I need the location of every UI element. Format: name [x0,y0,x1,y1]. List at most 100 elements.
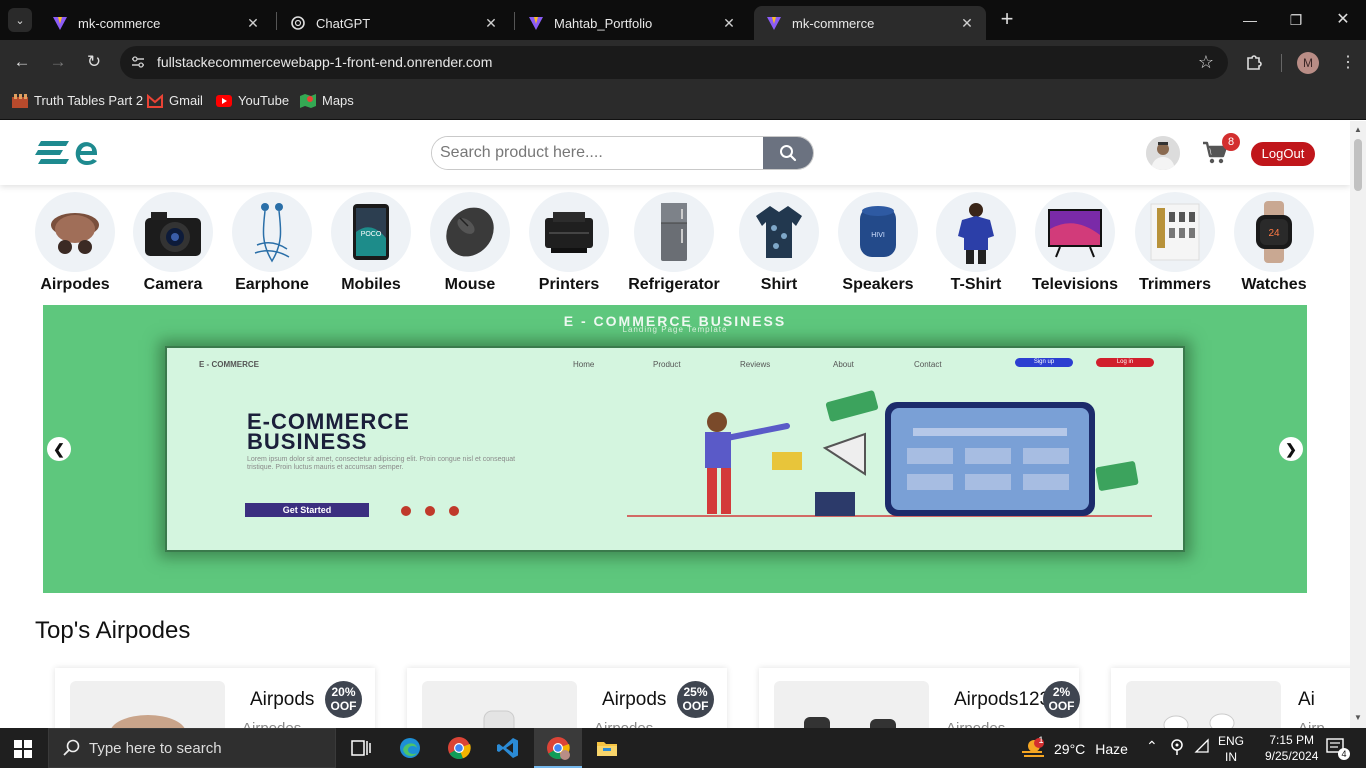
tab-close-icon[interactable]: ✕ [482,15,500,32]
category-label: Mobiles [341,276,401,293]
product-card[interactable]: Airpods123 Airpodes 2%OOF [759,668,1080,728]
user-avatar[interactable] [1146,136,1180,170]
shirt-icon [739,192,819,272]
webcam-icon[interactable] [1170,738,1184,756]
bookmark-maps[interactable]: Maps [300,93,354,108]
tab-close-icon[interactable]: ✕ [958,15,976,32]
browser-tab-strip: ⌄ mk-commerce ✕ ChatGPT ✕ Mahtab_Portfol… [0,0,1366,40]
new-tab-plus-icon[interactable]: + [996,8,1018,32]
product-card[interactable]: Airpods Airpodes 20%OOF [55,668,375,728]
task-view-icon[interactable] [349,736,373,760]
bookmark-truth-tables[interactable]: Truth Tables Part 2 [12,93,143,108]
shopping-illustration [627,390,1152,517]
network-icon[interactable] [1194,738,1210,754]
product-name: Airpods [602,689,667,710]
svg-text:HIVI: HIVI [871,232,885,239]
tray-chevron-icon[interactable]: ⌃ [1146,738,1158,755]
language-indicator[interactable]: ENG IN [1218,733,1244,765]
scroll-down-icon[interactable]: ▼ [1354,713,1362,722]
product-search [431,136,814,170]
earphone-icon [232,192,312,272]
language-region: IN [1225,750,1237,764]
category-tshirt[interactable]: T-Shirt [926,192,1026,294]
page-scrollbar[interactable]: ▲ ▼ [1350,121,1366,728]
category-speakers[interactable]: HIVI Speakers [828,192,928,294]
carousel-prev-icon[interactable]: ❮ [47,437,71,461]
product-card[interactable]: Ai Airp [1111,668,1350,728]
product-category: Airpodes [242,720,301,728]
category-mobiles[interactable]: POCO Mobiles [321,192,421,294]
category-earphone[interactable]: Earphone [222,192,322,294]
tab-close-icon[interactable]: ✕ [720,15,738,32]
search-input[interactable] [432,137,765,169]
product-image [1126,681,1281,728]
product-name: Airpods123 [954,689,1051,710]
tshirt-icon [936,192,1016,272]
discount-label: OOF [330,699,357,713]
tab-close-icon[interactable]: ✕ [244,15,262,32]
chrome-icon[interactable] [447,736,471,760]
bookmark-star-icon[interactable]: ☆ [1198,52,1214,73]
product-card[interactable]: Airpods Airpodes 25%OOF [407,668,727,728]
reload-icon[interactable]: ↻ [84,52,104,72]
forward-arrow-icon[interactable]: → [48,52,68,72]
extensions-puzzle-icon[interactable] [1244,52,1264,72]
tab-search-chevron-icon[interactable]: ⌄ [8,8,32,32]
scrollbar-thumb[interactable] [1354,139,1362,191]
category-list: Airpodes Camera Earphone POCO Mobiles Mo… [0,192,1350,302]
category-airpodes[interactable]: Airpodes [25,192,125,294]
banner-subtitle: Landing Page Template [622,325,728,334]
browser-tab-1[interactable]: mk-commerce ✕ [40,6,272,40]
category-televisions[interactable]: Televisions [1025,192,1125,294]
search-button[interactable] [763,137,813,169]
weather-widget[interactable]: 1 29°C Haze [1020,735,1128,760]
windows-start-icon[interactable] [14,740,32,758]
category-label: Speakers [842,276,914,293]
minimize-icon[interactable]: — [1238,8,1262,32]
clock-time: 7:15 PM [1269,733,1315,747]
category-shirt[interactable]: Shirt [729,192,829,294]
twitter-icon [425,506,435,516]
category-mouse[interactable]: Mouse [420,192,520,294]
browser-tab-4-active[interactable]: mk-commerce ✕ [754,6,986,40]
toolbar-divider [1281,54,1282,72]
category-label: Televisions [1032,276,1118,293]
bookmark-gmail[interactable]: Gmail [147,93,203,108]
product-category: Airpodes [594,720,653,728]
window-close-icon[interactable]: ✕ [1331,8,1355,32]
chrome-profile-icon[interactable] [546,736,570,760]
discount-percent: 2% [1052,685,1071,699]
bookmark-youtube[interactable]: YouTube [216,93,289,108]
mobile-icon: POCO [331,192,411,272]
profile-avatar[interactable]: M [1297,52,1319,74]
file-explorer-icon[interactable] [595,736,619,760]
site-info-icon[interactable] [130,54,146,70]
taskbar-search[interactable]: Type here to search [48,728,336,768]
category-trimmers[interactable]: Trimmers [1125,192,1225,294]
tab-separator [514,12,515,30]
system-clock[interactable]: 7:15 PM 9/25/2024 [1265,732,1318,764]
logout-button[interactable]: LogOut [1251,142,1315,166]
category-refrigerator[interactable]: Refrigerator [624,192,724,294]
discount-label: OOF [682,699,709,713]
browser-tab-2[interactable]: ChatGPT ✕ [278,6,510,40]
address-bar[interactable]: fullstackecommercewebapp-1-front-end.onr… [120,46,1228,79]
site-logo[interactable] [35,137,101,169]
back-arrow-icon[interactable]: ← [12,52,32,72]
edge-browser-icon[interactable] [398,736,422,760]
scroll-up-icon[interactable]: ▲ [1354,125,1362,134]
vscode-icon[interactable] [496,736,520,760]
browser-menu-icon[interactable]: ⋮ [1340,52,1356,72]
restore-icon[interactable]: ❐ [1284,8,1308,32]
category-watches[interactable]: 24 Watches [1224,192,1324,294]
category-label: Shirt [760,276,798,293]
youtube-icon [216,94,232,107]
banner-headline: E-COMMERCE BUSINESS [247,411,410,453]
browser-tab-3[interactable]: Mahtab_Portfolio ✕ [516,6,748,40]
carousel-next-icon[interactable]: ❯ [1279,437,1303,461]
category-camera[interactable]: Camera [123,192,223,294]
maps-icon [300,93,316,108]
mock-signup: Sign up [1015,358,1073,367]
discount-badge: 20% OOF [325,681,362,718]
category-printers[interactable]: Printers [519,192,619,294]
